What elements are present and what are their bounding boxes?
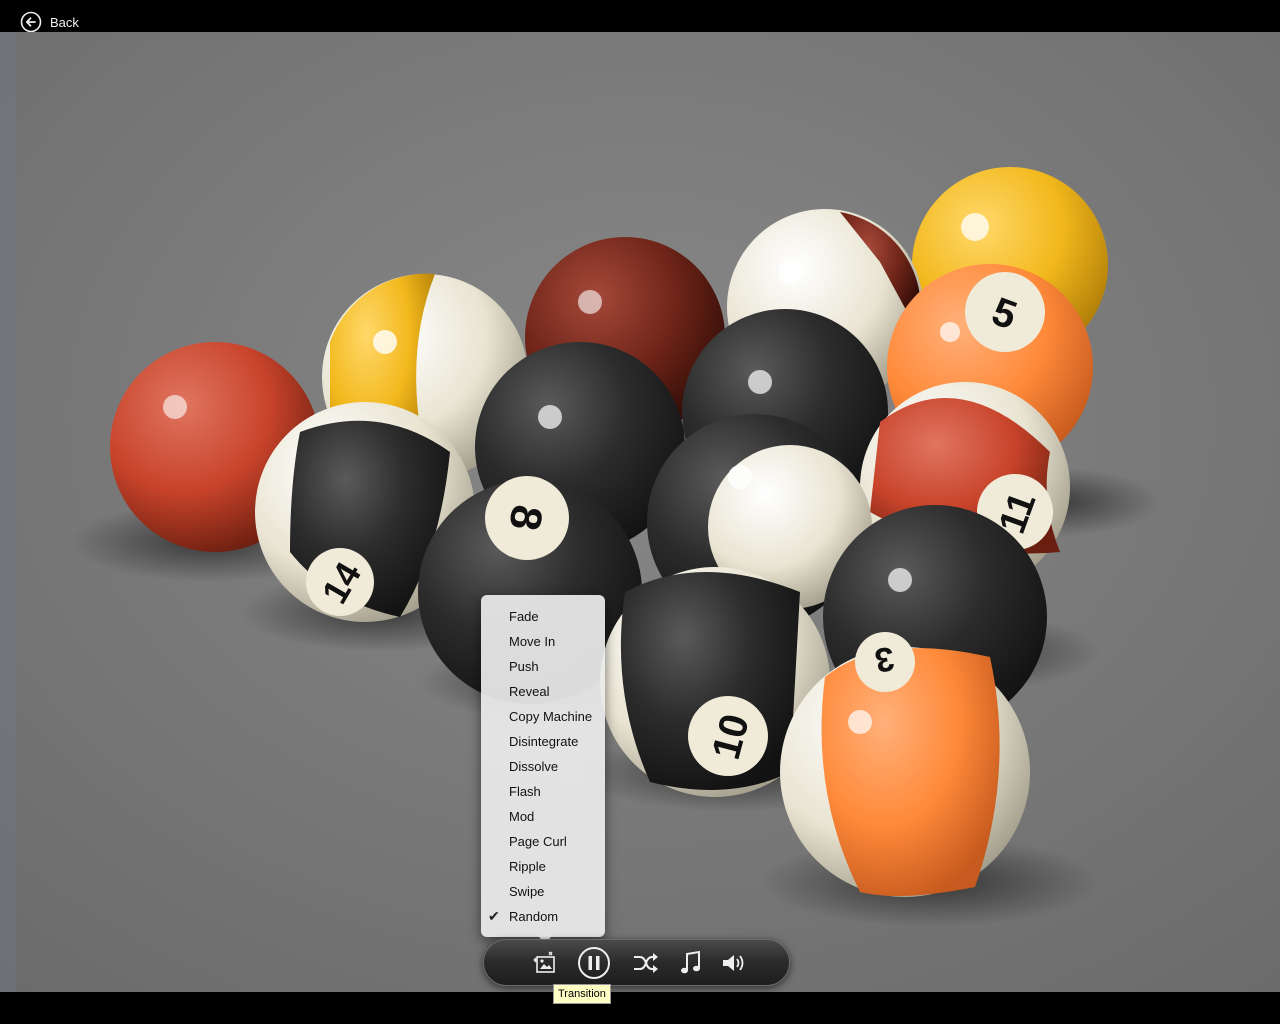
music-note-icon bbox=[681, 950, 700, 974]
pause-button[interactable] bbox=[577, 946, 611, 980]
back-arrow-icon bbox=[20, 11, 42, 33]
menu-item-label: Mod bbox=[509, 809, 535, 824]
menu-item-dissolve[interactable]: Dissolve bbox=[481, 754, 605, 779]
slideshow-controls bbox=[483, 939, 790, 986]
shuffle-icon bbox=[634, 953, 658, 973]
menu-item-push[interactable]: Push bbox=[481, 654, 605, 679]
menu-item-label: Disintegrate bbox=[509, 734, 579, 749]
transition-tooltip: Transition bbox=[553, 984, 611, 1004]
menu-item-label: Flash bbox=[509, 784, 541, 799]
menu-item-label: Dissolve bbox=[509, 759, 559, 774]
menu-item-mod[interactable]: Mod bbox=[481, 804, 605, 829]
menu-item-label: Move In bbox=[509, 634, 556, 649]
menu-item-label: Swipe bbox=[509, 884, 545, 899]
menu-item-copy-machine[interactable]: Copy Machine bbox=[481, 704, 605, 729]
menu-item-flash[interactable]: Flash bbox=[481, 779, 605, 804]
volume-icon bbox=[723, 955, 744, 971]
transition-button[interactable] bbox=[528, 946, 562, 980]
volume-button[interactable] bbox=[717, 946, 751, 980]
music-button[interactable] bbox=[674, 946, 708, 980]
menu-item-disintegrate[interactable]: Disintegrate bbox=[481, 729, 605, 754]
menu-item-label: Push bbox=[509, 659, 539, 674]
menu-item-label: Copy Machine bbox=[509, 709, 593, 724]
back-label: Back bbox=[50, 14, 79, 30]
transition-icon bbox=[533, 951, 555, 973]
menu-item-label: Page Curl bbox=[509, 834, 567, 849]
bottom-bar bbox=[0, 992, 1280, 1024]
slideshow-photo: 5 11 14 8 10 3 bbox=[0, 32, 1280, 992]
pool-balls-image: 5 11 14 8 10 3 bbox=[0, 32, 1280, 992]
menu-item-move-in[interactable]: Move In bbox=[481, 629, 605, 654]
menu-item-random[interactable]: ✔ Random bbox=[481, 904, 605, 929]
menu-item-label: Ripple bbox=[509, 859, 546, 874]
menu-item-label: Fade bbox=[509, 609, 539, 624]
shuffle-button[interactable] bbox=[629, 946, 663, 980]
menu-item-reveal[interactable]: Reveal bbox=[481, 679, 605, 704]
menu-item-page-curl[interactable]: Page Curl bbox=[481, 829, 605, 854]
checkmark-icon: ✔ bbox=[488, 908, 500, 924]
pause-icon bbox=[578, 947, 610, 979]
menu-item-label: Random bbox=[509, 909, 559, 924]
menu-item-label: Reveal bbox=[509, 684, 550, 699]
menu-item-swipe[interactable]: Swipe bbox=[481, 879, 605, 904]
transition-menu: Fade Move In Push Reveal Copy Machine Disinte… bbox=[481, 595, 605, 937]
back-button[interactable]: Back bbox=[20, 11, 79, 33]
top-bar: Back bbox=[0, 0, 1280, 33]
menu-item-ripple[interactable]: Ripple bbox=[481, 854, 605, 879]
menu-item-fade[interactable]: Fade bbox=[481, 604, 605, 629]
